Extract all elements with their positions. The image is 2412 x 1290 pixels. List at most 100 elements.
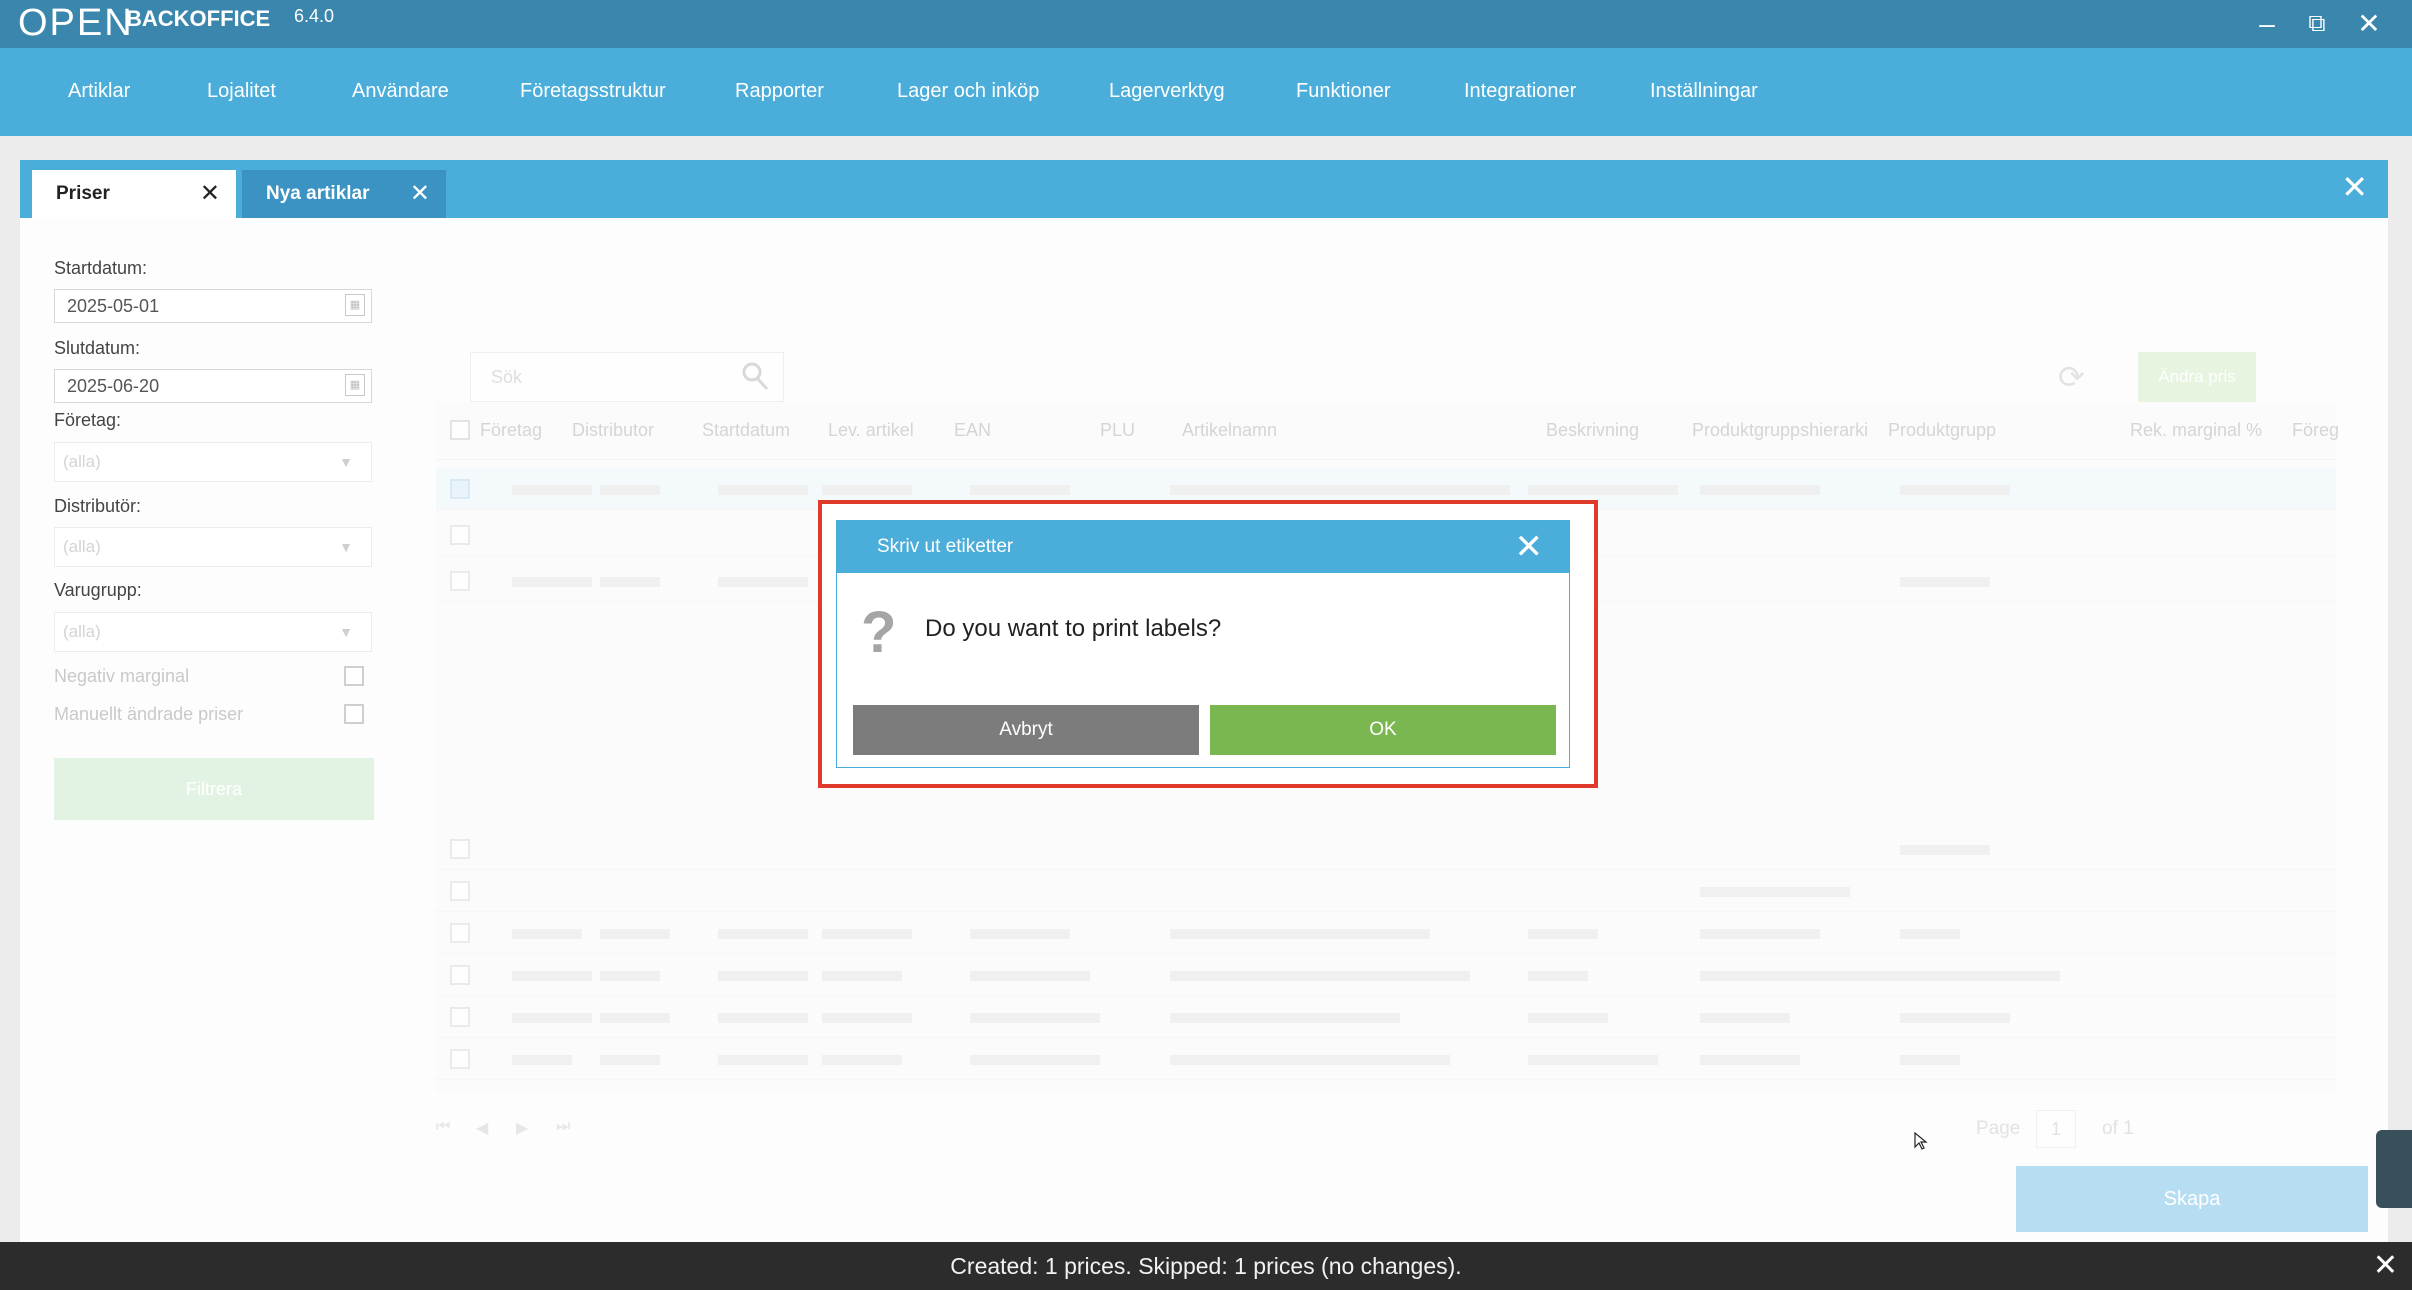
manual-prices-label: Manuellt ändrade priser — [54, 704, 244, 724]
app-brand: BACKOFFICE — [126, 6, 271, 31]
row-checkbox[interactable] — [450, 923, 470, 943]
mouse-cursor-icon — [1914, 1132, 1928, 1150]
chevron-down-icon: ▼ — [339, 624, 353, 640]
tab-nya-artiklar[interactable]: Nya artiklar ✕ — [242, 170, 446, 218]
change-price-button[interactable]: Ändra pris — [2138, 352, 2256, 402]
row-checkbox[interactable] — [450, 881, 470, 901]
column-header[interactable]: Lev. artikel — [828, 420, 914, 441]
chevron-down-icon: ▼ — [339, 539, 353, 555]
pager: ⏮ ◀ ▶ ⏭ Page 1 of 1 — [436, 1110, 2336, 1150]
column-header[interactable]: Artikelnamn — [1182, 420, 1277, 441]
row-checkbox[interactable] — [450, 839, 470, 859]
end-date-value: 2025-06-20 — [67, 376, 160, 396]
column-header[interactable]: Startdatum — [702, 420, 790, 441]
row-checkbox[interactable] — [450, 525, 470, 545]
end-date-label: Slutdatum: — [54, 338, 141, 358]
nav-item-lager-och-inkop[interactable]: Lager och inköp — [897, 80, 1039, 103]
table-row[interactable] — [436, 870, 2336, 912]
column-header[interactable]: Företag — [480, 420, 542, 441]
minimize-button[interactable]: – — [2248, 6, 2286, 42]
distributor-select[interactable]: (alla) ▼ — [54, 527, 372, 567]
close-icon[interactable]: ✕ — [410, 170, 430, 218]
window-close-button[interactable]: ✕ — [2350, 6, 2388, 42]
create-button[interactable]: Skapa — [2016, 1166, 2368, 1232]
refresh-icon[interactable]: ⟳ — [2058, 358, 2092, 395]
company-select[interactable]: (alla) ▼ — [54, 442, 372, 482]
manual-prices-checkbox[interactable] — [344, 704, 364, 724]
column-header[interactable]: Rek. marginal % — [2130, 420, 2262, 441]
nav-item-funktioner[interactable]: Funktioner — [1296, 80, 1391, 103]
notification-text: Created: 1 prices. Skipped: 1 prices (no… — [950, 1253, 1462, 1279]
column-header[interactable]: Distributor — [572, 420, 654, 441]
calendar-icon[interactable]: ▦ — [345, 374, 365, 396]
tab-label: Nya artiklar — [266, 183, 370, 204]
nav-item-lagerverktyg[interactable]: Lagerverktyg — [1109, 80, 1225, 103]
table-row[interactable] — [436, 912, 2336, 954]
close-icon[interactable]: ✕ — [2373, 1242, 2398, 1290]
question-icon: ? — [861, 600, 897, 665]
print-labels-dialog: Skriv ut etiketter ✕ ? Do you want to pr… — [836, 520, 1570, 768]
table-row[interactable] — [436, 828, 2336, 870]
negative-margin-checkbox[interactable] — [344, 666, 364, 686]
calendar-icon[interactable]: ▦ — [345, 294, 365, 316]
negative-margin-label: Negativ marginal — [54, 666, 190, 686]
logo-text: OPEN — [18, 2, 134, 44]
table-row[interactable] — [436, 1038, 2336, 1080]
page-input[interactable]: 1 — [2036, 1110, 2076, 1148]
filter-button[interactable]: Filtrera — [54, 758, 374, 820]
nav-item-rapporter[interactable]: Rapporter — [735, 80, 824, 103]
start-date-label: Startdatum: — [54, 258, 148, 278]
column-header[interactable]: Produktgruppshierarki — [1692, 420, 1868, 441]
chevron-down-icon: ▼ — [339, 454, 353, 470]
product-group-select[interactable]: (alla) ▼ — [54, 612, 372, 652]
search-icon[interactable] — [741, 361, 769, 391]
row-checkbox[interactable] — [450, 479, 470, 499]
row-checkbox[interactable] — [450, 1007, 470, 1027]
table-row[interactable] — [436, 996, 2336, 1038]
close-icon[interactable]: ✕ — [2341, 168, 2368, 206]
end-date-field[interactable]: 2025-06-20 ▦ — [54, 369, 372, 403]
tab-priser[interactable]: Priser ✕ — [32, 170, 236, 218]
nav-item-integrationer[interactable]: Integrationer — [1464, 80, 1576, 103]
nav-item-lojalitet[interactable]: Lojalitet — [207, 80, 276, 103]
table-row[interactable] — [436, 954, 2336, 996]
grid-header: Företag Distributor Startdatum Lev. arti… — [436, 402, 2339, 460]
prev-page-icon[interactable]: ◀ — [476, 1118, 488, 1138]
nav-item-foretagsstruktur[interactable]: Företagsstruktur — [520, 80, 666, 103]
row-checkbox[interactable] — [450, 571, 470, 591]
column-header[interactable]: Produktgrupp — [1888, 420, 1996, 441]
last-page-icon[interactable]: ⏭ — [556, 1118, 570, 1136]
column-header[interactable]: PLU — [1100, 420, 1135, 441]
nav-item-artiklar[interactable]: Artiklar — [68, 80, 130, 103]
distributor-label: Distributör: — [54, 496, 142, 516]
ok-button[interactable]: OK — [1210, 705, 1556, 755]
nav-item-anvandare[interactable]: Användare — [352, 80, 449, 103]
main-nav: Artiklar Lojalitet Användare Företagsstr… — [0, 48, 2412, 136]
cancel-button[interactable]: Avbryt — [853, 705, 1199, 755]
restore-button[interactable]: ⧉ — [2298, 6, 2336, 42]
page-count: of 1 — [2102, 1118, 2134, 1139]
select-all-checkbox[interactable] — [450, 420, 470, 440]
row-checkbox[interactable] — [450, 1049, 470, 1069]
close-icon[interactable]: ✕ — [1515, 527, 1544, 567]
tab-label: Priser — [56, 183, 110, 204]
nav-item-installningar[interactable]: Inställningar — [1650, 80, 1758, 103]
search-input[interactable]: Sök — [470, 352, 784, 402]
column-header[interactable]: Föreg — [2292, 420, 2339, 441]
close-icon[interactable]: ✕ — [200, 170, 220, 218]
row-checkbox[interactable] — [450, 965, 470, 985]
tab-strip: Priser ✕ Nya artiklar ✕ ✕ — [20, 160, 2388, 218]
start-date-field[interactable]: 2025-05-01 ▦ — [54, 289, 372, 323]
dialog-title: Skriv ut etiketter — [877, 536, 1014, 557]
notification-bar: Created: 1 prices. Skipped: 1 prices (no… — [0, 1242, 2412, 1290]
next-page-icon[interactable]: ▶ — [516, 1118, 528, 1138]
side-panel-handle[interactable] — [2376, 1130, 2412, 1208]
column-header[interactable]: EAN — [954, 420, 991, 441]
app-version: 6.4.0 — [294, 6, 335, 26]
column-header[interactable]: Beskrivning — [1546, 420, 1639, 441]
first-page-icon[interactable]: ⏮ — [436, 1118, 450, 1136]
dialog-header: Skriv ut etiketter ✕ — [837, 521, 1569, 573]
company-label: Företag: — [54, 410, 122, 430]
product-group-label: Varugrupp: — [54, 580, 142, 600]
search-placeholder: Sök — [491, 367, 523, 387]
